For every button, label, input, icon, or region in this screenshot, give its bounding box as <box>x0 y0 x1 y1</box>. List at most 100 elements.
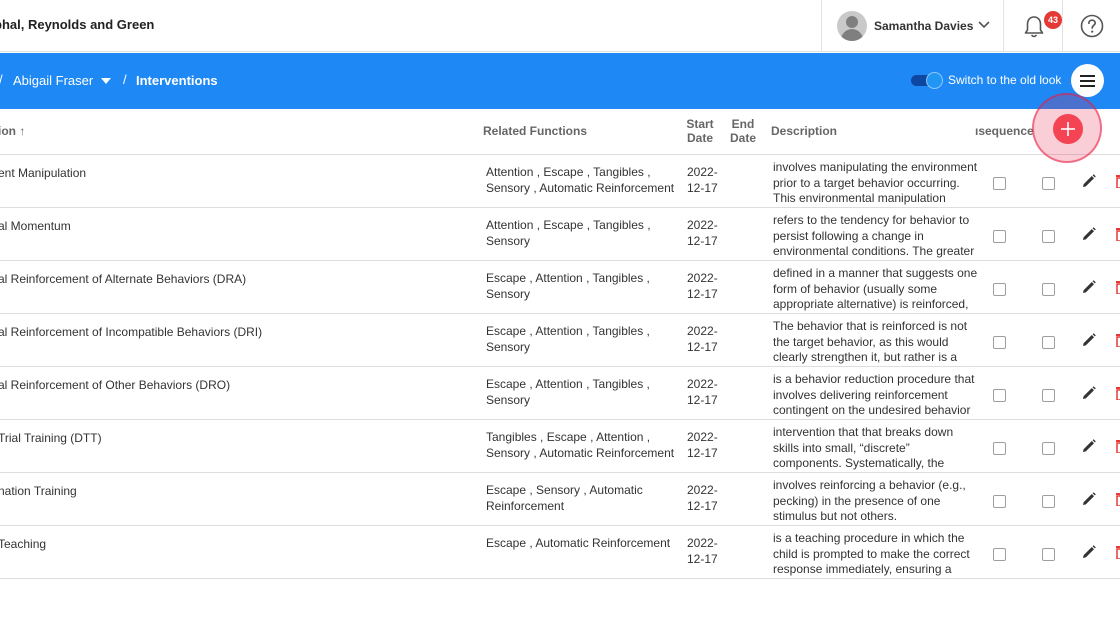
table-row[interactable]: al Reinforcement of Other Behaviors (DRO… <box>0 367 1120 420</box>
intervention-name: al Momentum <box>0 219 71 233</box>
breadcrumb-separator: / <box>123 72 127 87</box>
bell-icon <box>1024 16 1044 38</box>
start-date: 2022-12-17 <box>687 430 718 460</box>
intervention-name: ent Manipulation <box>0 166 87 180</box>
description: intervention that that breaks down skill… <box>773 425 954 470</box>
table-row[interactable]: al Momentum Attention , Escape , Tangibl… <box>0 208 1120 261</box>
pencil-icon[interactable] <box>1082 545 1096 559</box>
description: The behavior that is reinforced is not t… <box>773 319 968 364</box>
start-date: 2022-12-17 <box>687 165 718 195</box>
related-functions: Escape , Attention , Tangibles , Sensory <box>486 324 650 354</box>
pencil-icon[interactable] <box>1082 439 1096 453</box>
sequence-checkbox[interactable] <box>993 548 1006 561</box>
table-row[interactable]: al Reinforcement of Incompatible Behavio… <box>0 314 1120 367</box>
table-row[interactable]: Teaching Escape , Automatic Reinforcemen… <box>0 526 1120 579</box>
help-icon[interactable] <box>1080 14 1104 38</box>
top-header: phal, Reynolds and Green Samantha Davies… <box>0 0 1120 52</box>
intervention-name: Trial Training (DTT) <box>0 431 102 445</box>
table-row[interactable]: al Reinforcement of Alternate Behaviors … <box>0 261 1120 314</box>
intervention-name: Teaching <box>0 537 47 551</box>
second-checkbox[interactable] <box>1042 336 1055 349</box>
description: defined in a manner that suggests one fo… <box>773 266 978 311</box>
related-functions: Attention , Escape , Tangibles , Sensory… <box>486 165 675 195</box>
trash-icon[interactable] <box>1115 280 1120 294</box>
organization-name: phal, Reynolds and Green <box>0 17 155 32</box>
old-look-toggle[interactable] <box>911 72 943 89</box>
start-date: 2022-12-17 <box>687 271 718 301</box>
related-functions: Escape , Attention , Tangibles , Sensory <box>486 377 650 407</box>
related-functions: Escape , Sensory , Automatic Reinforceme… <box>486 483 643 513</box>
related-functions: Attention , Escape , Tangibles , Sensory <box>486 218 651 248</box>
table-header: ion ↑ Related Functions Start Date End D… <box>0 109 1120 155</box>
start-date: 2022-12-17 <box>687 218 718 248</box>
pencil-icon[interactable] <box>1082 386 1096 400</box>
sequence-checkbox[interactable] <box>993 336 1006 349</box>
pencil-icon[interactable] <box>1082 227 1096 241</box>
trash-icon[interactable] <box>1115 492 1120 506</box>
description: is a teaching procedure in which the chi… <box>773 531 970 576</box>
sequence-checkbox[interactable] <box>993 230 1006 243</box>
trash-icon[interactable] <box>1115 174 1120 188</box>
old-look-toggle-label[interactable]: Switch to the old look <box>948 73 1061 87</box>
start-date: 2022-12-17 <box>687 536 718 566</box>
trash-icon[interactable] <box>1115 227 1120 241</box>
sequence-checkbox[interactable] <box>993 442 1006 455</box>
start-date: 2022-12-17 <box>687 483 718 513</box>
breadcrumb-separator: / <box>0 72 3 87</box>
related-functions: Escape , Automatic Reinforcement <box>486 536 671 550</box>
user-name: Samantha Davies <box>874 19 974 33</box>
menu-icon <box>1080 75 1095 77</box>
column-header-description[interactable]: Description <box>771 124 837 138</box>
sequence-checkbox[interactable] <box>993 283 1006 296</box>
column-header-related-functions[interactable]: Related Functions <box>483 124 587 138</box>
related-functions: Escape , Attention , Tangibles , Sensory <box>486 271 650 301</box>
sequence-checkbox[interactable] <box>993 389 1006 402</box>
related-functions: Tangibles , Escape , Attention , Sensory… <box>486 430 675 460</box>
second-checkbox[interactable] <box>1042 548 1055 561</box>
avatar <box>837 11 867 41</box>
hamburger-menu-button[interactable] <box>1071 64 1104 97</box>
column-header-end-date[interactable]: End Date <box>729 117 757 145</box>
pencil-icon[interactable] <box>1082 492 1096 506</box>
intervention-name: nation Training <box>0 484 77 498</box>
sequence-checkbox[interactable] <box>993 495 1006 508</box>
notification-badge: 43 <box>1044 11 1062 29</box>
notifications-button[interactable]: 43 <box>1005 0 1063 52</box>
trash-icon[interactable] <box>1115 439 1120 453</box>
second-checkbox[interactable] <box>1042 442 1055 455</box>
pencil-icon[interactable] <box>1082 174 1096 188</box>
breadcrumb-current: Interventions <box>136 73 218 88</box>
second-checkbox[interactable] <box>1042 230 1055 243</box>
table-row[interactable]: Trial Training (DTT) Tangibles , Escape … <box>0 420 1120 473</box>
table-row[interactable]: ent Manipulation Attention , Escape , Ta… <box>0 155 1120 208</box>
intervention-name: al Reinforcement of Alternate Behaviors … <box>0 272 247 286</box>
pencil-icon[interactable] <box>1082 333 1096 347</box>
trash-icon[interactable] <box>1115 386 1120 400</box>
second-checkbox[interactable] <box>1042 283 1055 296</box>
pencil-icon[interactable] <box>1082 280 1096 294</box>
second-checkbox[interactable] <box>1042 495 1055 508</box>
add-button-core[interactable] <box>1053 114 1083 144</box>
second-checkbox[interactable] <box>1042 389 1055 402</box>
add-intervention-button[interactable] <box>1032 93 1104 165</box>
start-date: 2022-12-17 <box>687 324 718 354</box>
intervention-name: al Reinforcement of Incompatible Behavio… <box>0 325 263 339</box>
chevron-down-icon <box>978 21 990 29</box>
user-menu[interactable]: Samantha Davies <box>821 0 1004 52</box>
second-checkbox[interactable] <box>1042 177 1055 190</box>
description: involves manipulating the environment pr… <box>773 160 978 205</box>
description: is a behavior reduction procedure that i… <box>773 372 975 417</box>
description: refers to the tendency for behavior to p… <box>773 213 975 258</box>
table-row[interactable]: nation Training Escape , Sensory , Autom… <box>0 473 1120 526</box>
caret-down-icon[interactable] <box>101 77 111 85</box>
trash-icon[interactable] <box>1115 545 1120 559</box>
start-date: 2022-12-17 <box>687 377 718 407</box>
intervention-name: al Reinforcement of Other Behaviors (DRO… <box>0 378 231 392</box>
column-header-start-date[interactable]: Start Date <box>686 117 714 145</box>
description: involves reinforcing a behavior (e.g., p… <box>773 478 966 523</box>
plus-icon <box>1061 122 1075 136</box>
column-header-intervention[interactable]: ion ↑ <box>0 124 25 138</box>
breadcrumb-client-link[interactable]: Abigail Fraser <box>13 73 93 88</box>
trash-icon[interactable] <box>1115 333 1120 347</box>
sequence-checkbox[interactable] <box>993 177 1006 190</box>
